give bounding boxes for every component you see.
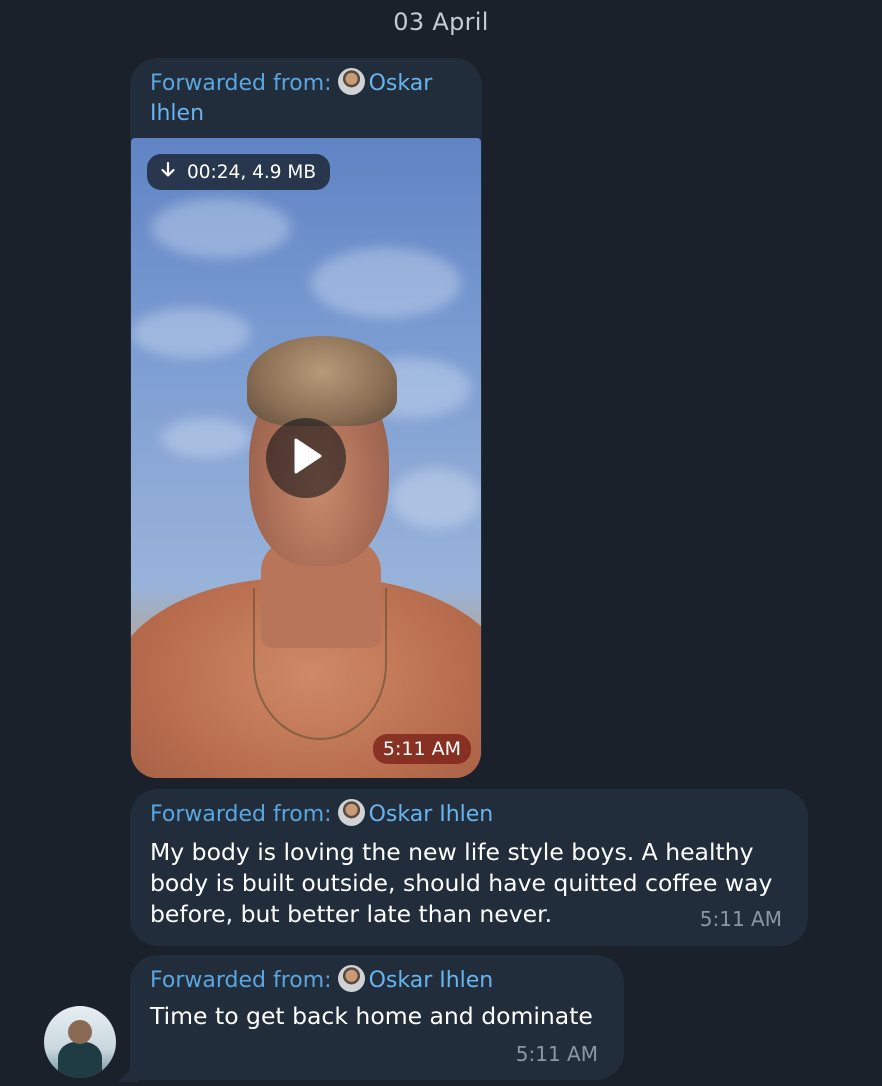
forwarded-name-line2[interactable]: Ihlen [150,101,204,126]
message-bubble-text[interactable]: Forwarded from: Oskar Ihlen My body is lo… [130,789,808,946]
forwarded-label: Forwarded from: [150,802,332,827]
download-arrow-icon [159,161,177,184]
message-bubble-video[interactable]: Forwarded from: Oskar Ihlen 00:24, 4.9 MB… [130,58,482,778]
forwarded-name[interactable]: Oskar [369,71,433,96]
message-time: 5:11 AM [515,1042,598,1066]
date-separator: 03 April [393,8,489,36]
forwarded-avatar[interactable] [337,965,365,992]
forwarded-header[interactable]: Forwarded from: Oskar Ihlen [150,799,493,830]
message-time: 5:11 AM [699,907,782,931]
forwarded-avatar[interactable] [337,799,365,826]
play-icon [288,436,324,480]
message-bubble-text[interactable]: Forwarded from: Oskar Ihlen Time to get b… [130,955,624,1080]
forwarded-label: Forwarded from: [150,71,332,96]
play-button[interactable] [266,418,346,498]
forwarded-header[interactable]: Forwarded from: Oskar Ihlen [150,965,493,996]
forwarded-name[interactable]: Oskar Ihlen [369,968,494,993]
sender-avatar[interactable] [44,1006,116,1078]
video-player[interactable]: 00:24, 4.9 MB 5:11 AM [131,138,481,778]
video-info: 00:24, 4.9 MB [187,161,317,183]
download-button[interactable]: 00:24, 4.9 MB [147,154,331,190]
message-text: Time to get back home and dominate [150,1002,593,1030]
message-time: 5:11 AM [372,734,471,764]
forwarded-label: Forwarded from: [150,968,332,993]
forwarded-name[interactable]: Oskar Ihlen [369,802,494,827]
forwarded-avatar[interactable] [337,68,365,95]
forwarded-header[interactable]: Forwarded from: Oskar Ihlen [150,68,470,129]
